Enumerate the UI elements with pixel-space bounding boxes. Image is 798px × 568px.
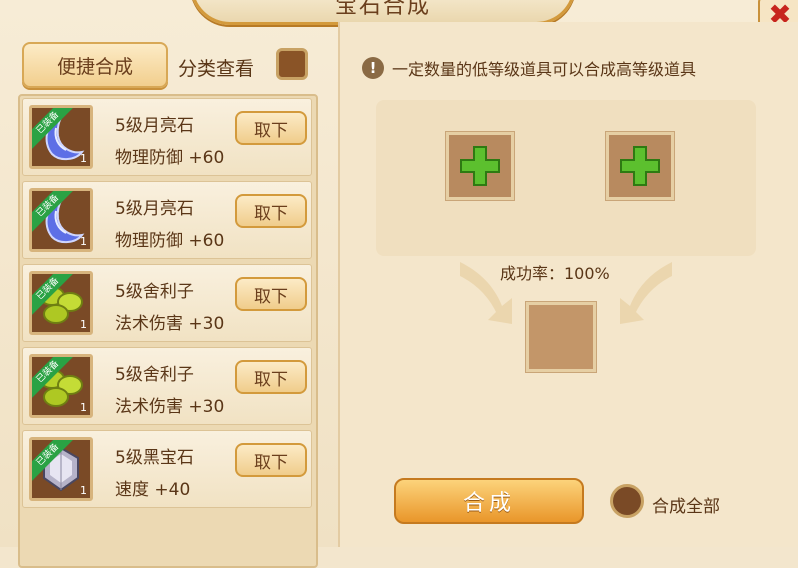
gem-count: 1 — [80, 401, 87, 414]
gem-name: 5级舍利子 — [115, 365, 194, 385]
gem-row[interactable]: 已装备 1 5级月亮石 物理防御 +60 取下 — [22, 98, 312, 176]
gem-name: 5级黑宝石 — [115, 448, 194, 468]
gem-attribute: 法术伤害 +30 — [115, 397, 225, 417]
gem-slot[interactable]: 已装备 1 — [29, 437, 93, 501]
category-view-checkbox[interactable] — [276, 48, 308, 80]
remove-button[interactable]: 取下 — [235, 360, 307, 394]
tip-text: 一定数量的低等级道具可以合成高等级道具 — [392, 60, 697, 79]
plus-icon — [620, 146, 660, 186]
gem-row[interactable]: 已装备 1 5级舍利子 法术伤害 +30 取下 — [22, 347, 312, 425]
gem-attribute: 法术伤害 +30 — [115, 314, 225, 334]
gem-list-panel: 便捷合成 分类查看 已装备 1 5级月亮石 物理防御 +60 取下 已装备 1 … — [14, 38, 330, 568]
info-icon: ! — [362, 57, 384, 79]
gem-slot[interactable]: 已装备 1 — [29, 105, 93, 169]
remove-button[interactable]: 取下 — [235, 443, 307, 477]
material-slot-left[interactable] — [446, 132, 514, 200]
gem-slot[interactable]: 已装备 1 — [29, 271, 93, 335]
remove-button[interactable]: 取下 — [235, 277, 307, 311]
window-title: 宝石合成 — [334, 0, 431, 19]
gem-attribute: 物理防御 +60 — [115, 231, 225, 251]
gem-list[interactable]: 已装备 1 5级月亮石 物理防御 +60 取下 已装备 1 5级月亮石 物理防御 — [18, 94, 318, 568]
gem-name: 5级月亮石 — [115, 116, 194, 136]
material-slot-right[interactable] — [606, 132, 674, 200]
gem-row[interactable]: 已装备 1 5级月亮石 物理防御 +60 取下 — [22, 181, 312, 259]
category-view-label: 分类查看 — [178, 58, 255, 80]
gem-count: 1 — [80, 318, 87, 331]
tip-row: ! 一定数量的低等级道具可以合成高等级道具 — [362, 56, 696, 80]
gem-slot[interactable]: 已装备 1 — [29, 188, 93, 252]
gem-row[interactable]: 已装备 1 5级黑宝石 速度 +40 取下 — [22, 430, 312, 508]
compose-all-label: 合成全部 — [652, 497, 720, 517]
remove-button[interactable]: 取下 — [235, 111, 307, 145]
gem-count: 1 — [80, 484, 87, 497]
gem-attribute: 速度 +40 — [115, 480, 191, 500]
result-slot[interactable] — [526, 302, 596, 372]
gem-attribute: 物理防御 +60 — [115, 148, 225, 168]
synthesis-window: 宝石合成 ✖ 便捷合成 分类查看 已装备 1 5级月亮石 物理防御 +60 取下 — [0, 0, 798, 568]
gem-name: 5级舍利子 — [115, 282, 194, 302]
material-area — [376, 100, 756, 256]
success-rate: 成功率：100% — [500, 264, 610, 283]
arrow-down-left-icon — [620, 262, 672, 324]
plus-icon — [460, 146, 500, 186]
gem-count: 1 — [80, 235, 87, 248]
compose-panel: ! 一定数量的低等级道具可以合成高等级道具 成功率：100% 合成 合成全部 — [338, 22, 798, 547]
gem-slot[interactable]: 已装备 1 — [29, 354, 93, 418]
remove-button[interactable]: 取下 — [235, 194, 307, 228]
gem-name: 5级月亮石 — [115, 199, 194, 219]
compose-all-toggle[interactable] — [610, 484, 644, 518]
compose-button[interactable]: 合成 — [394, 478, 584, 524]
gem-row[interactable]: 已装备 1 5级舍利子 法术伤害 +30 取下 — [22, 264, 312, 342]
gem-count: 1 — [80, 152, 87, 165]
quick-compose-button[interactable]: 便捷合成 — [22, 42, 168, 88]
